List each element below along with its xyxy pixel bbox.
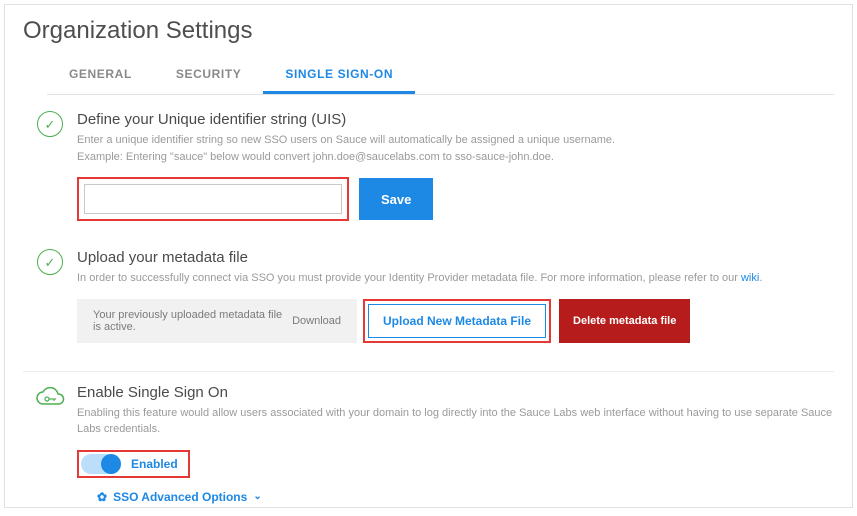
section-metadata: ✓ Upload your metadata file In order to …: [23, 247, 834, 343]
upload-metadata-button[interactable]: Upload New Metadata File: [368, 304, 546, 338]
divider: [23, 371, 834, 372]
uis-title: Define your Unique identifier string (UI…: [77, 111, 834, 128]
settings-panel: Organization Settings GENERAL SECURITY S…: [4, 4, 853, 508]
uis-input[interactable]: [84, 184, 342, 214]
toggle-label: Enabled: [131, 457, 178, 471]
metadata-title: Upload your metadata file: [77, 249, 834, 266]
enable-title: Enable Single Sign On: [77, 384, 834, 401]
tabs-bar: GENERAL SECURITY SINGLE SIGN-ON: [47, 59, 834, 95]
tab-general[interactable]: GENERAL: [47, 59, 154, 94]
tab-security[interactable]: SECURITY: [154, 59, 263, 94]
tab-single-sign-on[interactable]: SINGLE SIGN-ON: [263, 59, 415, 94]
metadata-status: Your previously uploaded metadata file i…: [77, 299, 357, 343]
step-complete-icon: ✓: [37, 249, 63, 275]
section-uis: ✓ Define your Unique identifier string (…: [23, 109, 834, 221]
download-link[interactable]: Download: [292, 315, 341, 327]
cloud-key-icon: [34, 384, 66, 410]
step-complete-icon: ✓: [37, 111, 63, 137]
check-icon: ✓: [45, 118, 56, 131]
uis-help: Enter a unique identifier string so new …: [77, 132, 834, 165]
section-enable-sso: Enable Single Sign On Enabling this feat…: [23, 382, 834, 506]
advanced-label: SSO Advanced Options: [113, 490, 247, 504]
uis-input-highlight: [77, 177, 349, 221]
page-title: Organization Settings: [23, 17, 834, 45]
metadata-help: In order to successfully connect via SSO…: [77, 270, 834, 287]
upload-highlight: Upload New Metadata File: [363, 299, 551, 343]
sso-enabled-toggle[interactable]: [81, 454, 121, 474]
enable-help: Enabling this feature would allow users …: [77, 405, 834, 438]
delete-metadata-button[interactable]: Delete metadata file: [559, 299, 690, 343]
toggle-highlight: Enabled: [77, 450, 190, 478]
gear-icon: ✿: [97, 490, 107, 504]
chevron-down-icon: ⌄: [253, 491, 261, 502]
save-button[interactable]: Save: [359, 178, 433, 220]
sso-advanced-options-link[interactable]: ✿ SSO Advanced Options ⌄: [97, 490, 262, 504]
check-icon: ✓: [45, 256, 56, 269]
wiki-link[interactable]: wiki: [741, 272, 759, 284]
